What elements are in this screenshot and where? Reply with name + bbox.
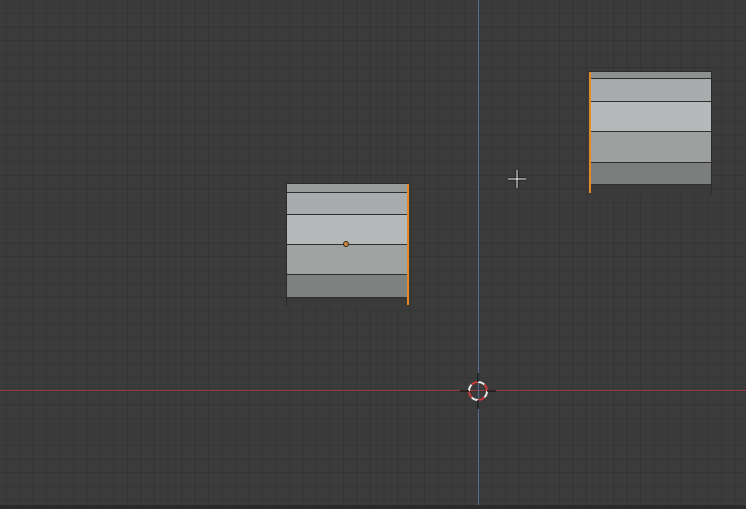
selected-edge	[407, 184, 409, 305]
face-band	[287, 298, 408, 306]
object-origin-point	[343, 241, 349, 247]
face-band	[590, 102, 711, 132]
3d-viewport[interactable]	[0, 0, 746, 505]
face-band	[287, 275, 408, 298]
face-band	[590, 72, 711, 79]
y-axis-line	[478, 0, 479, 505]
face-band	[590, 163, 711, 185]
face-band	[287, 184, 408, 193]
face-band	[590, 185, 711, 194]
crosshair-cursor-icon	[508, 170, 526, 188]
3d-cursor-icon[interactable]	[458, 371, 498, 411]
mesh-object-right[interactable]	[589, 71, 712, 194]
x-axis-line	[0, 390, 746, 391]
face-band	[590, 79, 711, 102]
selected-edge	[589, 72, 591, 193]
face-band	[590, 132, 711, 163]
viewport-bottom-edge	[0, 505, 746, 509]
face-band	[287, 245, 408, 275]
face-band	[287, 193, 408, 215]
